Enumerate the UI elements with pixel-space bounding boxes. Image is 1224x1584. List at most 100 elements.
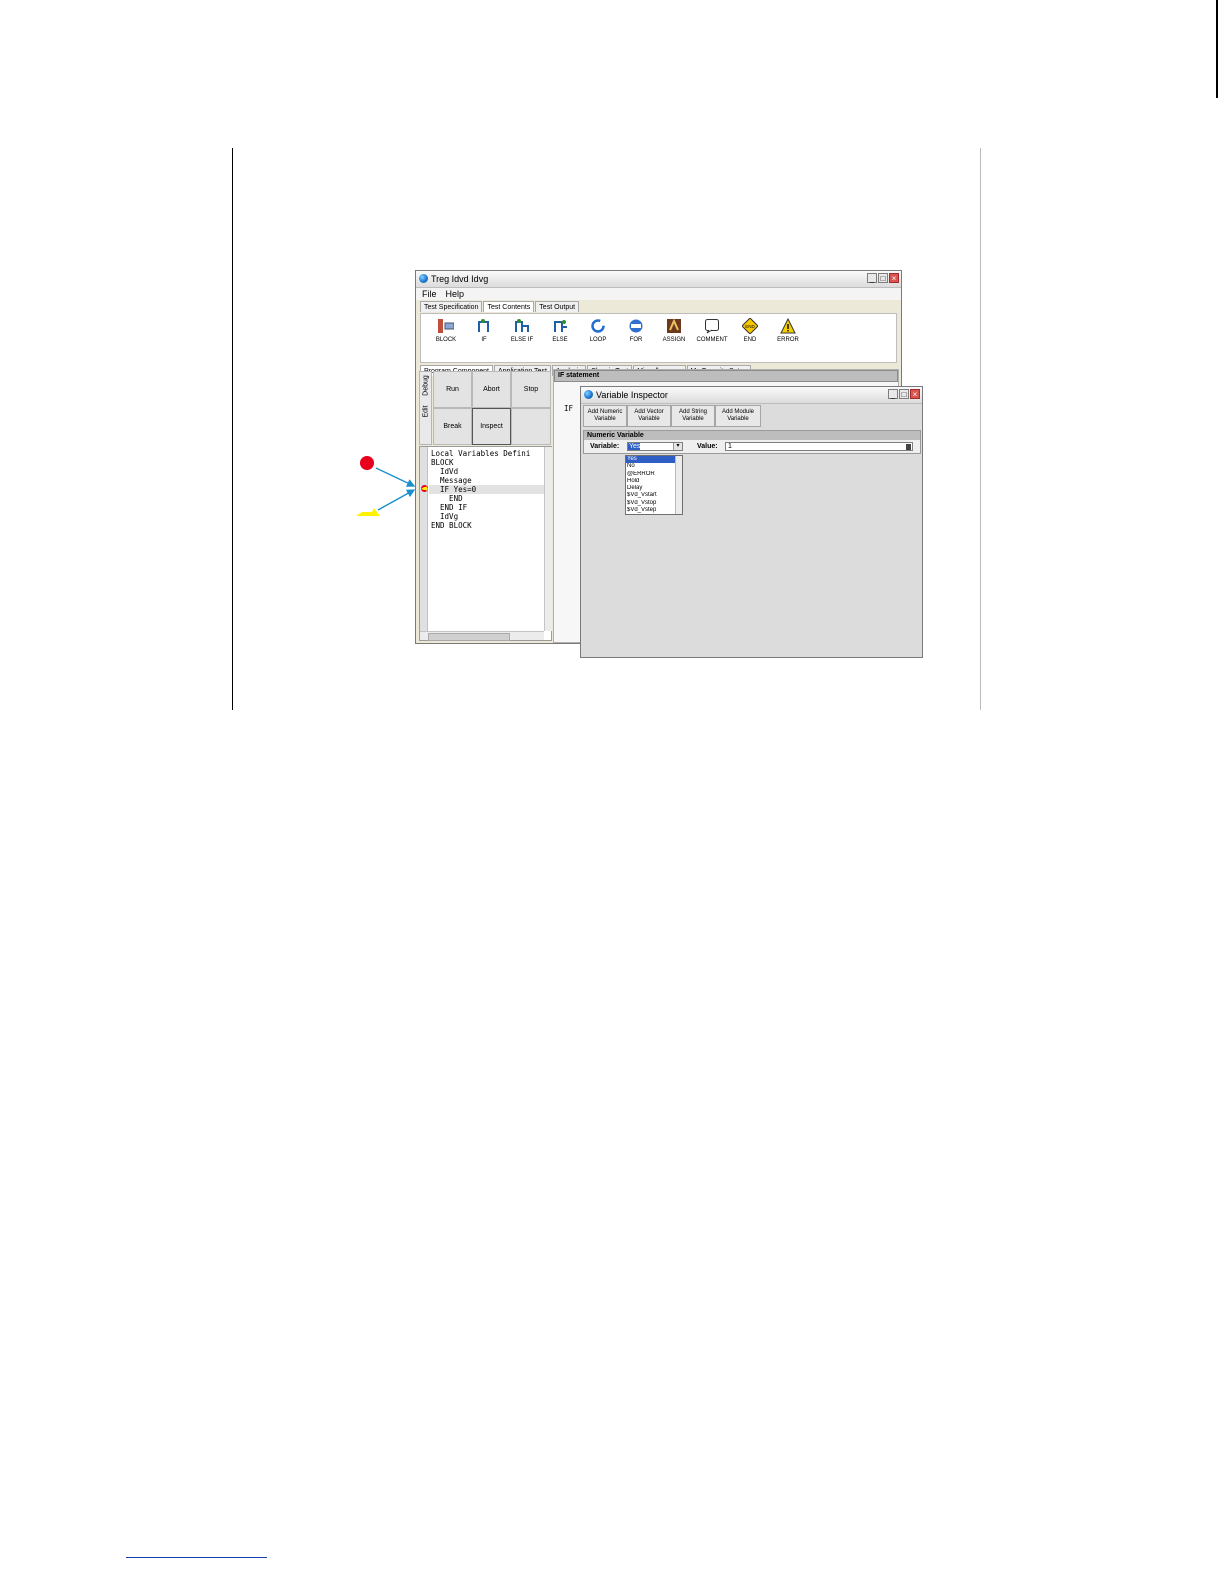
menu-help[interactable]: Help [446, 288, 465, 300]
assign-tool[interactable]: ASSIGN [655, 318, 693, 362]
dropdown-option[interactable]: $Vd_Vstep [626, 507, 682, 514]
dropdown-option[interactable]: @ERROR [626, 471, 682, 478]
code-line[interactable]: Message [429, 476, 545, 485]
else-icon [552, 318, 568, 334]
component-toolbar: BLOCK IF ELSE IF ELSE LOOP FOR ASSIGN CO… [420, 313, 897, 363]
tree-vertical-scrollbar[interactable] [544, 447, 552, 631]
add-string-line2: Variable [682, 416, 704, 422]
dropdown-option[interactable]: Yes [626, 456, 682, 464]
else-tool[interactable]: ELSE [541, 318, 579, 362]
inspector-title: Variable Inspector [596, 390, 668, 400]
for-label: FOR [629, 337, 643, 343]
calculator-icon[interactable] [906, 444, 911, 450]
dropdown-scrollbar[interactable] [675, 456, 682, 514]
else-label: ELSE [552, 337, 568, 343]
variable-label: Variable: [590, 443, 620, 450]
add-module-variable-button[interactable]: Add Module Variable [715, 405, 761, 427]
add-module-line1: Add Module [721, 409, 755, 415]
value-field[interactable]: 1 [725, 442, 913, 451]
main-titlebar: Treg Idvd Idvg _ □ × [416, 271, 901, 288]
abort-button[interactable]: Abort [472, 371, 511, 408]
else-if-tool[interactable]: ELSE IF [503, 318, 541, 362]
add-numeric-line1: Add Numeric [587, 409, 623, 415]
empty-grid-cell [511, 408, 551, 445]
code-line[interactable]: END BLOCK [429, 521, 545, 530]
value-field-text: 1 [728, 443, 732, 450]
add-numeric-variable-button[interactable]: Add Numeric Variable [583, 405, 627, 427]
tab-test-contents[interactable]: Test Contents [483, 301, 535, 312]
loop-icon [590, 318, 606, 334]
block-icon [438, 318, 454, 334]
add-module-line2: Variable [727, 416, 749, 422]
code-line[interactable]: IdVd [429, 467, 545, 476]
inspector-close-button[interactable]: × [910, 389, 920, 399]
tab-test-specification[interactable]: Test Specification [420, 301, 483, 312]
code-line[interactable]: BLOCK [429, 458, 545, 467]
if-label: IF [481, 337, 487, 343]
comment-tool[interactable]: COMMENT [693, 318, 731, 362]
inspector-maximize-button[interactable]: □ [899, 389, 909, 399]
add-vector-variable-button[interactable]: Add Vector Variable [627, 405, 671, 427]
block-tool[interactable]: BLOCK [427, 318, 465, 362]
error-tool[interactable]: ERROR [769, 318, 807, 362]
close-button[interactable]: × [889, 273, 899, 283]
variable-dropdown-list[interactable]: Yes No @ERROR Hold Delay $Vd_Vstart $Vd_… [625, 455, 683, 515]
dropdown-option[interactable]: Hold [626, 478, 682, 485]
dropdown-option[interactable]: $Vd_Vstart [626, 492, 682, 499]
assign-label: ASSIGN [662, 337, 686, 343]
minimize-button[interactable]: _ [867, 273, 877, 283]
if-icon [476, 318, 492, 334]
code-line[interactable]: END IF [429, 503, 545, 512]
variable-select[interactable]: Yes ▾ [627, 442, 683, 451]
add-vector-line1: Add Vector [634, 409, 664, 415]
code-line[interactable]: Local Variables Defini [429, 449, 545, 458]
break-button[interactable]: Break [433, 408, 472, 445]
right-edge-rule [1216, 0, 1218, 98]
left-margin-rule [232, 148, 233, 710]
maximize-button[interactable]: □ [878, 273, 888, 283]
else-if-label: ELSE IF [510, 337, 534, 343]
if-tool[interactable]: IF [465, 318, 503, 362]
side-tab-debug[interactable]: Debug [423, 372, 430, 400]
side-tab-edit[interactable]: Edit [423, 398, 430, 426]
code-line[interactable]: IdVg [429, 512, 545, 521]
end-label: END [743, 337, 757, 343]
add-numeric-line2: Variable [594, 416, 616, 422]
code-line-current[interactable]: IF Yes=0 [429, 485, 545, 494]
end-icon: END [742, 318, 758, 334]
tab-test-output[interactable]: Test Output [535, 301, 580, 312]
breakpoint-gutter [420, 447, 428, 631]
app-globe-icon [419, 274, 428, 283]
code-line[interactable]: END [429, 494, 545, 503]
breakpoint-legend-dot [360, 456, 374, 470]
svg-text:END: END [745, 324, 755, 329]
program-tree[interactable]: Local Variables Defini BLOCK IdVd Messag… [419, 446, 552, 641]
add-string-line1: Add String [678, 409, 708, 415]
chevron-down-icon[interactable]: ▾ [673, 443, 682, 450]
add-variable-buttons: Add Numeric Variable Add Vector Variable… [581, 404, 922, 427]
assign-icon [666, 318, 682, 334]
current-line-arrow-icon [421, 486, 428, 491]
loop-label: LOOP [589, 337, 607, 343]
inspector-minimize-button[interactable]: _ [888, 389, 898, 399]
tree-horizontal-scrollbar[interactable] [420, 631, 544, 641]
add-vector-line2: Variable [638, 416, 660, 422]
add-string-variable-button[interactable]: Add String Variable [671, 405, 715, 427]
dropdown-option[interactable]: Delay [626, 485, 682, 492]
else-if-icon [514, 318, 530, 334]
block-label: BLOCK [435, 337, 457, 343]
dropdown-option[interactable]: $Vd_Vstop [626, 500, 682, 507]
for-tool[interactable]: FOR [617, 318, 655, 362]
error-label: ERROR [777, 337, 799, 343]
variable-select-value: Yes [628, 443, 641, 450]
inspect-button[interactable]: Inspect [472, 408, 511, 445]
end-tool[interactable]: END END [731, 318, 769, 362]
menu-file[interactable]: File [422, 288, 437, 300]
variable-inspector-window: Variable Inspector _ □ × Add Numeric Var… [580, 386, 923, 658]
dropdown-option[interactable]: No [626, 463, 682, 470]
comment-label: COMMENT [696, 337, 728, 343]
inspector-titlebar: Variable Inspector _ □ × [581, 387, 922, 404]
run-button[interactable]: Run [433, 371, 472, 408]
loop-tool[interactable]: LOOP [579, 318, 617, 362]
stop-button[interactable]: Stop [511, 371, 551, 408]
